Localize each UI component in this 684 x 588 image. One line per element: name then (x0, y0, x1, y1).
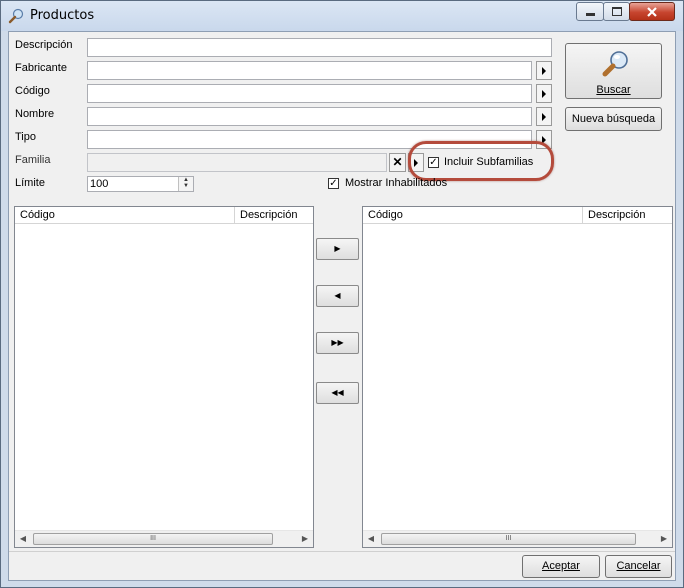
move-left-button[interactable]: ◀ (316, 285, 359, 307)
descripcion-label: Descripción (15, 39, 73, 51)
client-area: Descripción Fabricante Código Nombre Tip… (8, 31, 676, 581)
tipo-label: Tipo (15, 131, 36, 143)
check-icon: ✓ (329, 178, 338, 189)
minimize-button[interactable] (576, 2, 604, 21)
familia-label: Familia (15, 154, 51, 166)
cancelar-label: Cancelar (616, 560, 661, 572)
codigo-label: Código (15, 85, 50, 97)
spin-down-icon: ▼ (183, 183, 189, 189)
move-all-right-icon: ▶▶ (331, 338, 344, 347)
nombre-select-button[interactable] (536, 107, 552, 126)
move-right-icon: ▶ (334, 244, 341, 253)
scroll-right-icon[interactable]: ▶ (656, 531, 672, 547)
available-products-list[interactable]: Código Descripción ◀ III ▶ (14, 206, 314, 548)
clear-icon: ✕ (392, 155, 403, 169)
list-header: Código Descripción (15, 207, 313, 224)
limite-field[interactable]: 100 ▲ ▼ (87, 176, 194, 192)
move-all-left-icon: ◀◀ (331, 388, 344, 397)
move-right-button[interactable]: ▶ (316, 238, 359, 260)
buscar-button[interactable]: Buscar (565, 43, 662, 99)
minimize-icon (586, 13, 595, 16)
arrow-right-icon (542, 112, 546, 121)
list-header: Código Descripción (363, 207, 672, 224)
mostrar-inhabilitados-label: Mostrar Inhabilitados (345, 177, 448, 189)
descripcion-field[interactable] (87, 38, 552, 57)
horizontal-scrollbar[interactable]: ◀ III ▶ (15, 530, 313, 547)
maximize-icon (612, 7, 622, 16)
close-button[interactable] (629, 2, 675, 21)
title-bar[interactable]: Productos (1, 1, 683, 31)
divider (9, 551, 675, 552)
scroll-left-icon[interactable]: ◀ (15, 531, 31, 547)
nombre-field[interactable] (87, 107, 532, 126)
nombre-label: Nombre (15, 108, 55, 120)
clear-familia-button[interactable]: ✕ (389, 153, 406, 172)
fabricante-select-button[interactable] (536, 61, 552, 80)
horizontal-scrollbar[interactable]: ◀ III ▶ (363, 530, 672, 547)
aceptar-button[interactable]: Aceptar (522, 555, 600, 578)
move-all-right-button[interactable]: ▶▶ (316, 332, 359, 354)
arrow-right-icon (542, 66, 546, 75)
codigo-field[interactable] (87, 84, 532, 103)
scroll-right-icon[interactable]: ▶ (297, 531, 313, 547)
familia-field[interactable] (87, 153, 387, 172)
buscar-label: Buscar (596, 84, 631, 96)
search-icon (602, 51, 628, 77)
highlight-annotation (408, 141, 554, 181)
scroll-left-icon[interactable]: ◀ (363, 531, 379, 547)
aceptar-label: Aceptar (542, 560, 580, 572)
fabricante-field[interactable] (87, 61, 532, 80)
column-descripcion[interactable]: Descripción (583, 207, 673, 224)
nueva-busqueda-label: Nueva búsqueda (571, 113, 656, 125)
arrow-right-icon (542, 89, 546, 98)
nueva-busqueda-button[interactable]: Nueva búsqueda (565, 107, 662, 131)
close-icon (647, 7, 657, 17)
column-descripcion[interactable]: Descripción (235, 207, 315, 224)
selected-products-list[interactable]: Código Descripción ◀ III ▶ (362, 206, 673, 548)
scroll-thumb[interactable]: III (381, 533, 636, 545)
move-all-left-button[interactable]: ◀◀ (316, 382, 359, 404)
scroll-thumb[interactable]: III (33, 533, 273, 545)
column-codigo[interactable]: Código (15, 207, 235, 224)
window-title: Productos (30, 8, 95, 23)
mostrar-inhabilitados-checkbox[interactable]: ✓ (328, 178, 339, 189)
limite-label: Límite (15, 177, 45, 189)
codigo-select-button[interactable] (536, 84, 552, 103)
productos-window: Productos Descripción Fabricante Código … (0, 0, 684, 588)
move-left-icon: ◀ (334, 291, 341, 300)
limite-value: 100 (90, 178, 109, 190)
fabricante-label: Fabricante (15, 62, 67, 74)
maximize-button[interactable] (603, 2, 630, 21)
limite-spinner[interactable]: ▲ ▼ (178, 177, 193, 191)
column-codigo[interactable]: Código (363, 207, 583, 224)
search-icon (8, 8, 24, 24)
cancelar-button[interactable]: Cancelar (605, 555, 672, 578)
